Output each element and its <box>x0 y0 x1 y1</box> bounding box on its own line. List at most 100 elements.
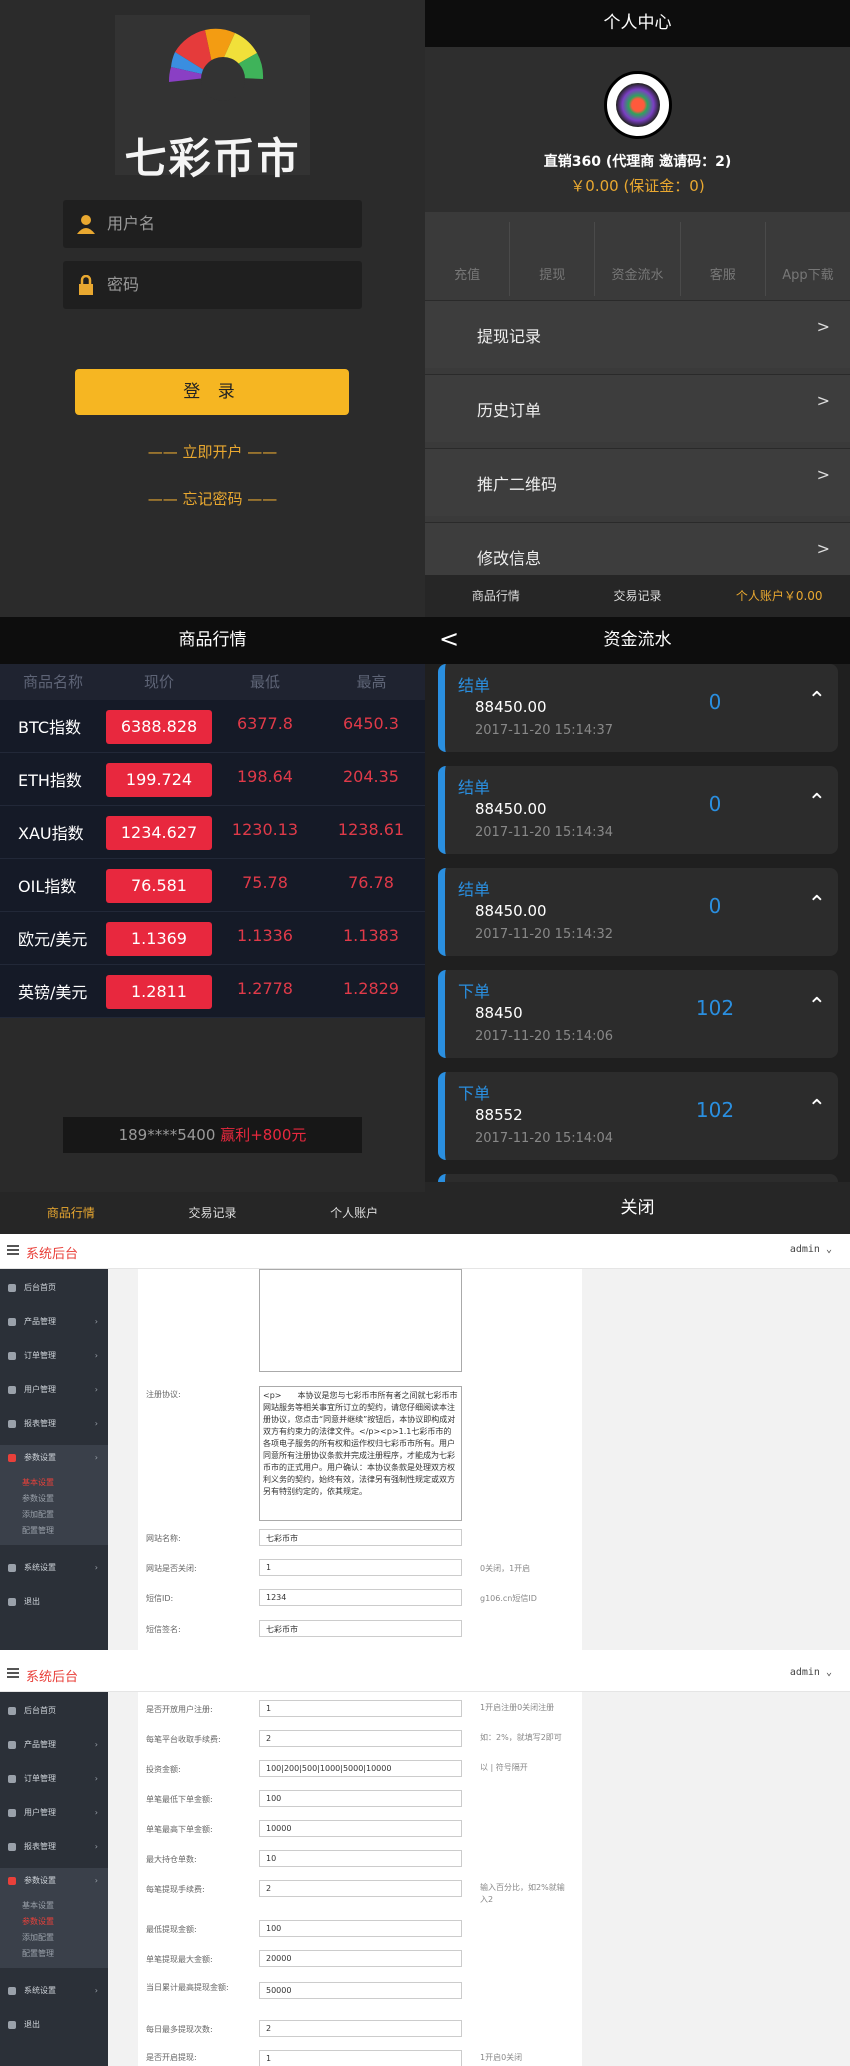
min-withdraw-input[interactable]: 100 <box>259 1920 462 1937</box>
sidebar-item-logout[interactable]: 退出 <box>0 1589 108 1615</box>
admin-title: 系统后台 <box>26 1247 79 1262</box>
brand-name: 七彩币市 <box>124 134 301 183</box>
flow-card[interactable]: 结单 88450.00 2017-11-20 15:14:32 0 ⌃ <box>438 868 838 956</box>
tab-trades[interactable]: 交易记录 <box>142 1192 284 1234</box>
daily-max-withdraw-input[interactable]: 50000 <box>259 1982 462 1999</box>
chevron-right-icon: > <box>816 391 830 410</box>
register-link[interactable]: —— 立即开户 —— <box>0 441 425 462</box>
submenu-basic[interactable]: 基本设置 <box>22 1900 54 1911</box>
sidebar-item-reports[interactable]: 报表管理 › <box>0 1411 108 1437</box>
sidebar-item-orders[interactable]: 订单管理 › <box>0 1766 108 1792</box>
sidebar-item-products[interactable]: 产品管理 › <box>0 1732 108 1758</box>
sms-id-input[interactable]: 1234 <box>259 1589 462 1606</box>
table-row[interactable]: ETH指数 199.724 198.64 204.35 <box>0 753 425 806</box>
sidebar-item-home[interactable]: 后台首页 <box>0 1275 108 1301</box>
action-withdraw[interactable]: 提现 <box>510 222 596 296</box>
submenu-params[interactable]: 参数设置 <box>22 1493 54 1504</box>
flow-card[interactable]: 结单 88450.00 2017-11-20 15:14:37 0 ⌃ <box>438 664 838 752</box>
site-name-input[interactable]: 七彩币市 <box>259 1529 462 1546</box>
table-row[interactable]: BTC指数 6388.828 6377.8 6450.3 <box>0 700 425 753</box>
tab-market[interactable]: 商品行情 <box>425 575 567 617</box>
menu-hamburger-icon[interactable] <box>7 1245 19 1255</box>
action-recharge[interactable]: 充值 <box>425 222 511 296</box>
submenu-add-config[interactable]: 添加配置 <box>22 1932 54 1943</box>
col-name: 商品名称 <box>22 673 83 691</box>
submenu-config-manage[interactable]: 配置管理 <box>22 1948 54 1959</box>
sidebar-item-logout[interactable]: 退出 <box>0 2012 108 2038</box>
action-service[interactable]: 客服 <box>681 222 766 296</box>
withdraw-fee-input[interactable]: 2 <box>259 1880 462 1897</box>
sidebar-item-label: 报表管理 <box>24 1842 56 1851</box>
flow-amount: 88552 <box>475 1106 523 1124</box>
sidebar-item-users[interactable]: 用户管理 › <box>0 1377 108 1403</box>
sidebar-item-orders[interactable]: 订单管理 › <box>0 1343 108 1369</box>
action-app-download[interactable]: App下载 <box>766 222 850 296</box>
sidebar-item-users[interactable]: 用户管理 › <box>0 1800 108 1826</box>
platform-fee-input[interactable]: 2 <box>259 1730 462 1747</box>
submenu-basic[interactable]: 基本设置 <box>22 1477 54 1488</box>
admin-user-menu[interactable]: admin ⌄ <box>790 1667 832 1678</box>
daily-withdraw-count-input[interactable]: 2 <box>259 2020 462 2037</box>
product-name: OIL指数 <box>18 877 77 896</box>
max-order-input[interactable]: 10000 <box>259 1820 462 1837</box>
yen-icon <box>8 1843 16 1851</box>
chevron-up-icon[interactable]: ⌃ <box>808 892 826 917</box>
balance: ￥0.00 (保证金：0) <box>570 177 705 195</box>
table-row[interactable]: 英镑/美元 1.2811 1.2778 1.2829 <box>0 965 425 1018</box>
table-row[interactable]: XAU指数 1234.627 1230.13 1238.61 <box>0 806 425 859</box>
submenu-config-manage[interactable]: 配置管理 <box>22 1525 54 1536</box>
back-arrow-icon[interactable]: < <box>439 625 459 653</box>
chevron-up-icon[interactable]: ⌃ <box>808 790 826 815</box>
menu-promo-qrcode[interactable]: 推广二维码 > <box>425 448 850 516</box>
close-button[interactable]: 关闭 <box>425 1182 850 1234</box>
action-fund-flow[interactable]: 资金流水 <box>595 222 681 296</box>
field-hint: 如：2%，就填写2即可 <box>480 1733 562 1742</box>
flow-card[interactable]: 结单 88450.00 2017-11-20 15:14:34 0 ⌃ <box>438 766 838 854</box>
tab-account[interactable]: 个人账户￥0.00 <box>708 575 850 617</box>
tab-trades[interactable]: 交易记录 <box>567 575 709 617</box>
sidebar-item-home[interactable]: 后台首页 <box>0 1698 108 1724</box>
register-open-input[interactable]: 1 <box>259 1700 462 1717</box>
sidebar-item-reports[interactable]: 报表管理 › <box>0 1834 108 1860</box>
invest-amount-input[interactable]: 100|200|500|1000|5000|10000 <box>259 1760 462 1777</box>
sidebar-item-system[interactable]: 系统设置 › <box>0 1978 108 2004</box>
home-icon <box>8 1707 16 1715</box>
avatar[interactable] <box>604 71 672 139</box>
login-button[interactable]: 登 录 <box>75 369 349 415</box>
chevron-up-icon[interactable]: ⌃ <box>808 1096 826 1121</box>
forgot-password-link[interactable]: —— 忘记密码 —— <box>0 488 425 509</box>
flow-card[interactable]: 下单 88552 2017-11-20 15:14:04 102 ⌃ <box>438 1072 838 1160</box>
submenu-add-config[interactable]: 添加配置 <box>22 1509 54 1520</box>
menu-withdraw-records[interactable]: 提现记录 > <box>425 300 850 368</box>
flow-card[interactable]: 下单 88450 2017-11-20 15:14:06 102 ⌃ <box>438 970 838 1058</box>
admin-user-menu[interactable]: admin ⌄ <box>790 1244 832 1255</box>
sidebar-item-params[interactable]: 参数设置 › <box>0 1445 108 1471</box>
password-placeholder: 密码 <box>107 275 140 294</box>
min-order-input[interactable]: 100 <box>259 1790 462 1807</box>
submenu-params[interactable]: 参数设置 <box>22 1916 54 1927</box>
table-row[interactable]: OIL指数 76.581 75.78 76.78 <box>0 859 425 912</box>
sidebar-item-products[interactable]: 产品管理 › <box>0 1309 108 1335</box>
site-open-input[interactable]: 1 <box>259 1559 462 1576</box>
withdraw-enabled-input[interactable]: 1 <box>259 2050 462 2066</box>
sidebar-item-params[interactable]: 参数设置 › <box>0 1868 108 1894</box>
chevron-up-icon[interactable]: ⌃ <box>808 688 826 713</box>
sms-sign-input[interactable]: 七彩币市 <box>259 1620 462 1637</box>
max-withdraw-input[interactable]: 20000 <box>259 1950 462 1967</box>
tab-market[interactable]: 商品行情 <box>0 1192 142 1234</box>
chevron-up-icon[interactable]: ⌃ <box>808 994 826 1019</box>
menu-hamburger-icon[interactable] <box>7 1668 19 1678</box>
table-row[interactable]: 欧元/美元 1.1369 1.1336 1.1383 <box>0 912 425 965</box>
user-info: 直销360 (代理商 邀请码：2) <box>543 154 732 170</box>
tab-account[interactable]: 个人账户 <box>283 1192 425 1234</box>
max-positions-input[interactable]: 10 <box>259 1850 462 1867</box>
username-field[interactable]: 用户名 <box>63 200 362 248</box>
order-icon <box>8 1775 16 1783</box>
agreement-textarea[interactable]: <p> 本协议是您与七彩币市所有者之间就七彩币市网站服务等相关事宜所订立的契约，… <box>259 1386 462 1521</box>
field-label: 短信ID: <box>146 1594 174 1603</box>
empty-textarea[interactable] <box>259 1269 462 1372</box>
sidebar-item-system[interactable]: 系统设置 › <box>0 1555 108 1581</box>
menu-history-orders[interactable]: 历史订单 > <box>425 374 850 442</box>
params-icon <box>8 1877 16 1885</box>
password-field[interactable]: 密码 <box>63 261 362 309</box>
